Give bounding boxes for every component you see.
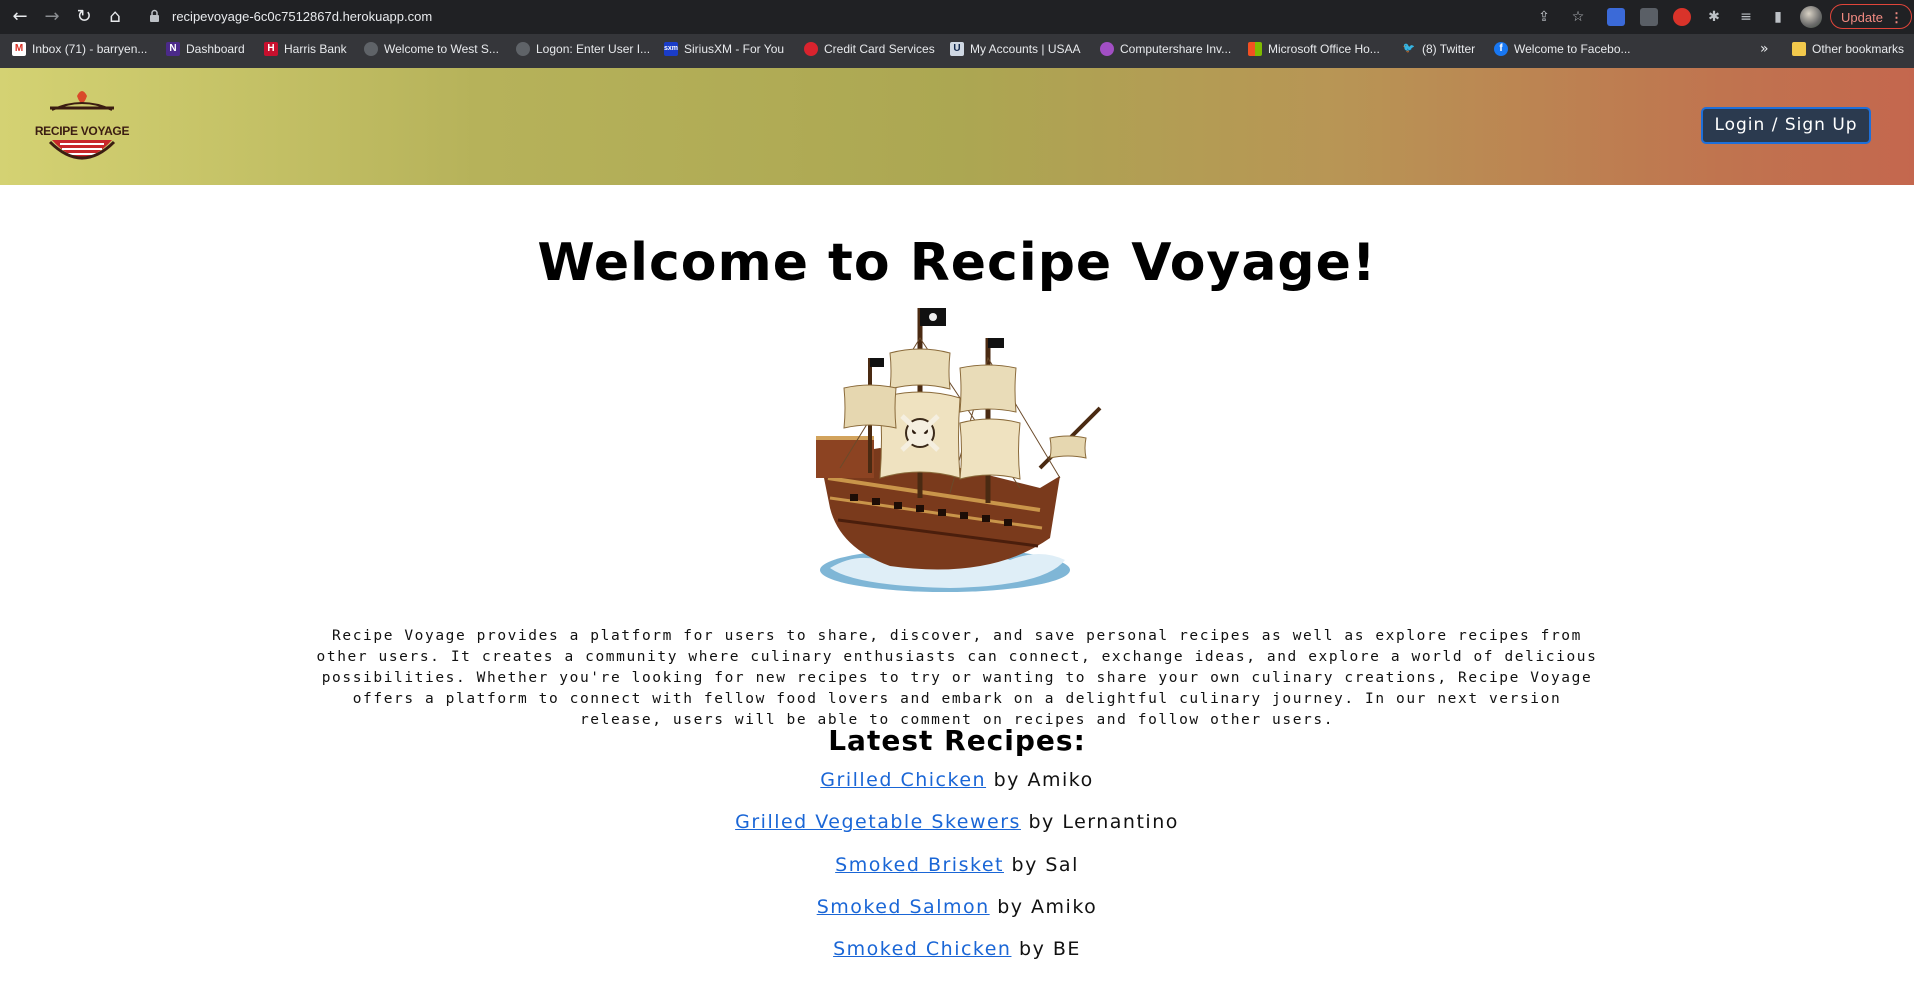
facebook-icon: f	[1494, 41, 1508, 56]
siriusxm-icon: sxm	[664, 41, 678, 56]
profile-avatar[interactable]	[1800, 6, 1822, 28]
recipe-link-smoked-brisket[interactable]: Smoked Brisket	[835, 854, 1004, 876]
bookmark-label: Welcome to Facebo...	[1514, 42, 1631, 56]
bookmark-label: Logon: Enter User I...	[536, 42, 651, 56]
address-bar-url[interactable]: recipevoyage-6c0c7512867d.herokuapp.com	[172, 9, 432, 24]
bookmark-logon[interactable]: Logon: Enter User I...	[516, 34, 650, 68]
bookmarks-bar: M Inbox (71) - barryen... N Dashboard H Har…	[0, 34, 1914, 68]
bookmark-label: Computershare Inv...	[1120, 42, 1232, 56]
recipe-author: by Amiko	[997, 895, 1098, 918]
reload-icon[interactable]: ↻	[72, 5, 96, 29]
page-title: Welcome to Recipe Voyage!	[537, 233, 1377, 293]
side-panel-icon[interactable]: ▮	[1768, 7, 1788, 27]
recipe-author: by Sal	[1011, 853, 1079, 876]
gmail-icon: M	[12, 41, 26, 56]
bookmark-star-icon[interactable]: ☆	[1568, 7, 1588, 27]
bookmark-siriusxm[interactable]: sxm SiriusXM - For You	[664, 34, 784, 68]
twitter-icon: 🐦	[1402, 42, 1416, 54]
recipe-list-item: Smoked Salmon by Amiko	[0, 893, 1914, 935]
recipe-link-smoked-chicken[interactable]: Smoked Chicken	[833, 938, 1011, 960]
kebab-menu-icon: ⋮	[1890, 10, 1903, 25]
logo-text: RECIPE VOYAGE	[34, 124, 130, 138]
globe-icon	[364, 41, 378, 56]
folder-icon	[1792, 41, 1806, 56]
recipe-list-item: Grilled Chicken by Amiko	[0, 766, 1914, 808]
bookmark-label: Other bookmarks	[1812, 42, 1905, 56]
update-button[interactable]: Update ⋮	[1830, 4, 1912, 29]
harris-bank-icon: H	[264, 41, 278, 56]
extension-download-icon[interactable]	[1607, 8, 1625, 26]
forward-arrow-icon[interactable]: →	[40, 5, 64, 29]
globe-icon	[516, 41, 530, 56]
microsoft-icon	[1248, 41, 1262, 56]
home-icon[interactable]: ⌂	[103, 5, 127, 29]
bookmark-label: Inbox (71) - barryen...	[32, 42, 148, 56]
puzzle-extensions-icon[interactable]: ✱	[1704, 7, 1724, 27]
bookmarks-overflow-chevron[interactable]: »	[1760, 34, 1769, 64]
bookmark-harris-bank[interactable]: H Harris Bank	[264, 34, 347, 68]
site-header: RECIPE VOYAGE Login / Sign Up	[0, 68, 1914, 185]
bookmark-label: (8) Twitter	[1422, 42, 1476, 56]
latest-recipes-list: Grilled Chicken by Amiko Grilled Vegetab…	[0, 766, 1914, 977]
lock-icon[interactable]	[149, 9, 163, 25]
bookmark-credit-card[interactable]: Credit Card Services	[804, 34, 935, 68]
recipe-link-grilled-chicken[interactable]: Grilled Chicken	[820, 769, 986, 791]
recipe-list-item: Grilled Vegetable Skewers by Lernantino	[0, 808, 1914, 850]
bookmark-label: Microsoft Office Ho...	[1268, 42, 1380, 56]
northwestern-icon: N	[166, 41, 180, 56]
other-bookmarks[interactable]: Other bookmarks	[1792, 34, 1904, 68]
bookmark-label: Harris Bank	[284, 42, 347, 56]
recipe-link-grilled-vegetable-skewers[interactable]: Grilled Vegetable Skewers	[735, 811, 1021, 833]
browser-toolbar: ← → ↻ ⌂ recipevoyage-6c0c7512867d.heroku…	[0, 0, 1914, 34]
recipe-author: by BE	[1019, 938, 1081, 961]
bookmark-label: Welcome to West S...	[384, 42, 499, 56]
bookmark-dashboard[interactable]: N Dashboard	[166, 34, 245, 68]
bookmark-label: Credit Card Services	[824, 42, 935, 56]
usaa-icon: U	[950, 41, 964, 56]
login-signup-button[interactable]: Login / Sign Up	[1701, 107, 1871, 144]
pirate-ship-illustration	[810, 298, 1106, 601]
bookmark-computershare[interactable]: Computershare Inv...	[1100, 34, 1231, 68]
bookmark-label: Dashboard	[186, 42, 245, 56]
bookmark-west-s[interactable]: Welcome to West S...	[364, 34, 499, 68]
bank-logo-icon	[804, 41, 818, 56]
bookmark-facebook[interactable]: f Welcome to Facebo...	[1494, 34, 1631, 68]
bookmark-label: SiriusXM - For You	[684, 42, 785, 56]
bookmark-usaa[interactable]: U My Accounts | USAA	[950, 34, 1081, 68]
bookmark-microsoft-office[interactable]: Microsoft Office Ho...	[1248, 34, 1380, 68]
recipe-author: by Amiko	[993, 769, 1094, 791]
extension-badge-icon[interactable]	[1640, 8, 1658, 26]
recipe-link-smoked-salmon[interactable]: Smoked Salmon	[817, 896, 990, 918]
back-arrow-icon[interactable]: ←	[8, 5, 32, 29]
computershare-icon	[1100, 41, 1114, 56]
share-icon[interactable]: ⇪	[1534, 7, 1554, 27]
recipe-voyage-logo[interactable]: RECIPE VOYAGE	[32, 86, 132, 168]
intro-paragraph: Recipe Voyage provides a platform for us…	[316, 628, 1598, 728]
bookmark-inbox[interactable]: M Inbox (71) - barryen...	[12, 34, 147, 68]
extension-red-icon[interactable]	[1673, 8, 1691, 26]
recipe-list-item: Smoked Chicken by BE	[0, 935, 1914, 977]
reading-list-icon[interactable]: ≡	[1736, 7, 1756, 27]
bookmark-label: My Accounts | USAA	[970, 42, 1081, 56]
recipe-author: by Lernantino	[1028, 811, 1179, 834]
latest-recipes-heading: Latest Recipes:	[828, 724, 1086, 757]
recipe-list-item: Smoked Brisket by Sal	[0, 851, 1914, 893]
bookmark-twitter[interactable]: 🐦 (8) Twitter	[1402, 34, 1475, 68]
update-label: Update	[1841, 10, 1883, 25]
